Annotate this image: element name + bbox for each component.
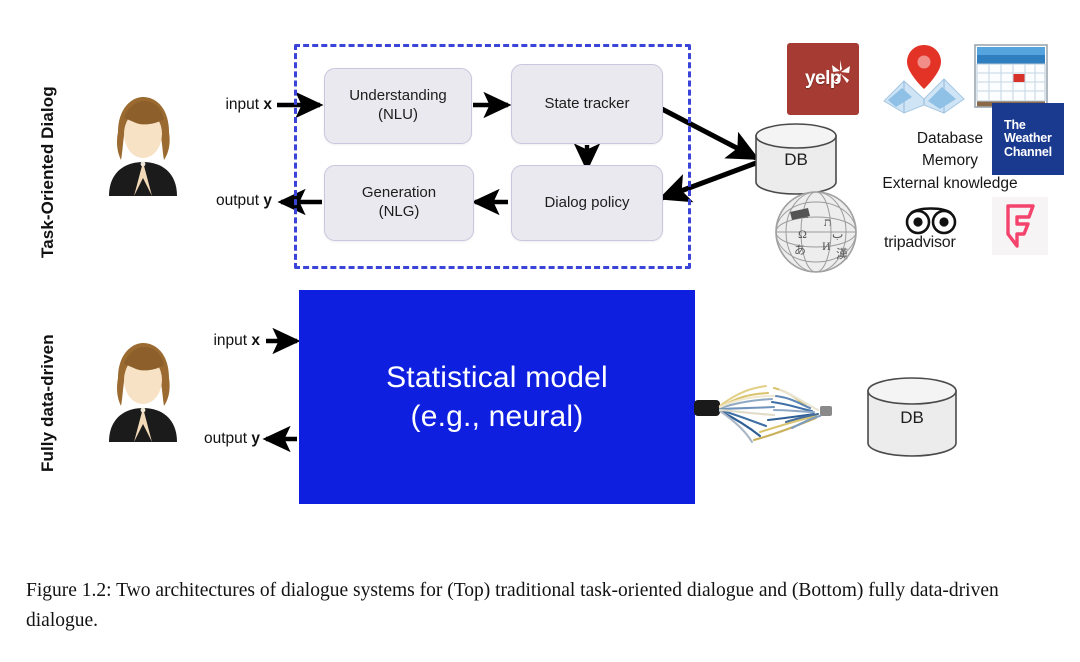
node-state-tracker[interactable]: State tracker xyxy=(511,64,663,144)
output-label-top: output y xyxy=(146,192,272,210)
section-label-task-oriented: Task-Oriented Dialog xyxy=(38,86,57,258)
output-label-top-text: output xyxy=(215,192,264,209)
node-understanding-nlu-line2: (NLU) xyxy=(377,106,418,123)
statistical-model-line2: (e.g., neural) xyxy=(410,400,584,433)
output-label-top-var: y xyxy=(263,192,272,209)
db-cylinder-top-label: DB xyxy=(784,149,808,169)
statistical-model-block[interactable]: Statistical model (e.g., neural) xyxy=(299,290,695,504)
figure-1-2: Task-Oriented Dialog input x output y Un… xyxy=(0,0,1080,662)
svg-text:ب: ب xyxy=(832,227,843,241)
user-avatar-icon xyxy=(103,343,183,446)
foursquare-logo[interactable] xyxy=(992,197,1048,255)
output-label-bottom-var: y xyxy=(251,430,260,447)
node-generation-nlg[interactable]: Generation (NLG) xyxy=(324,165,474,241)
section-label-fully-data-driven: Fully data-driven xyxy=(38,334,57,472)
weather-channel-line3: Channel xyxy=(1004,144,1052,159)
node-generation-nlg-line1: Generation xyxy=(361,184,437,202)
weather-channel-line1: The xyxy=(1004,117,1026,132)
input-label-top-var: x xyxy=(263,96,272,113)
tripadvisor-logo-text: tripadvisor xyxy=(884,234,956,251)
yelp-logo[interactable]: yelp xyxy=(787,43,859,115)
knowledge-line-external: External knowledge xyxy=(882,174,1018,192)
statistical-model-line1: Statistical model xyxy=(386,361,608,394)
node-dialog-policy[interactable]: Dialog policy xyxy=(511,165,663,241)
node-generation-nlg-line2: (NLG) xyxy=(378,203,420,220)
svg-text:Ω: Ω xyxy=(798,227,807,241)
calendar-icon[interactable] xyxy=(974,44,1048,110)
figure-caption: Figure 1.2: Two architectures of dialogu… xyxy=(26,580,999,631)
tripadvisor-owl-icon[interactable] xyxy=(903,205,959,235)
wikipedia-globe-icon[interactable]: Ω ת И あ ب α 漢 xyxy=(772,188,860,276)
svg-text:И: И xyxy=(822,239,831,253)
output-label-bottom: output y xyxy=(136,430,260,448)
node-state-tracker-line1: State tracker xyxy=(544,94,630,112)
weather-channel-line2: Weather xyxy=(1004,131,1052,146)
input-label-bottom-var: x xyxy=(251,332,260,349)
input-label-bottom: input x xyxy=(140,332,260,350)
node-understanding-nlu[interactable]: Understanding (NLU) xyxy=(324,68,472,144)
input-label-top-text: input xyxy=(225,96,264,113)
svg-text:ת: ת xyxy=(824,215,831,229)
input-label-bottom-text: input xyxy=(213,332,252,349)
svg-text:あ: あ xyxy=(794,243,806,257)
db-cylinder-top[interactable]: DB xyxy=(754,123,838,195)
node-dialog-policy-line1: Dialog policy xyxy=(544,193,630,211)
db-cylinder-bottom-label: DB xyxy=(900,407,924,427)
db-cylinder-bottom[interactable]: DB xyxy=(866,377,958,457)
map-icon[interactable] xyxy=(882,43,966,115)
output-label-bottom-text: output xyxy=(203,430,252,447)
frayed-cable-icon xyxy=(694,384,832,444)
weather-channel-logo[interactable]: The Weather Channel xyxy=(992,103,1064,175)
node-understanding-nlu-line1: Understanding xyxy=(349,87,447,105)
input-label-top: input x xyxy=(150,96,272,114)
foursquare-flag-icon xyxy=(1006,204,1035,248)
yelp-burst-icon xyxy=(832,60,850,83)
